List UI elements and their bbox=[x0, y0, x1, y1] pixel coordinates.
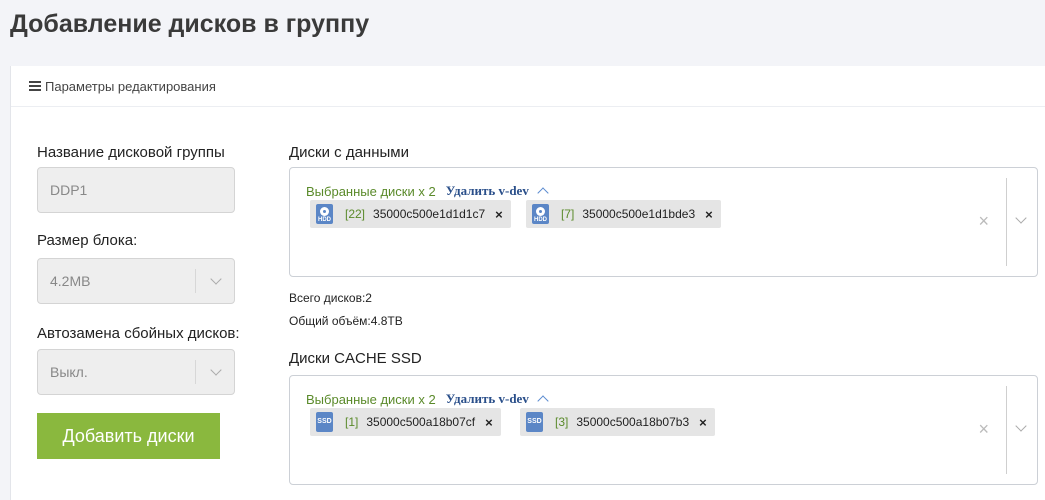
panel-header-label: Параметры редактирования bbox=[45, 78, 216, 94]
cache-disks-select[interactable]: Выбранные диски x 2 Удалить v-dev SSD [1… bbox=[289, 375, 1038, 485]
ssd-icon: SSD bbox=[526, 412, 543, 432]
data-disks-label: Диски с данными bbox=[289, 144, 409, 161]
ssd-icon: SSD bbox=[316, 412, 333, 432]
chip-index: [1] bbox=[345, 415, 359, 429]
hamburger-icon bbox=[29, 81, 41, 91]
group-name-field[interactable]: DDP1 bbox=[37, 167, 235, 213]
chip-disk-id: 35000c500a18b07cf bbox=[366, 415, 476, 429]
chevron-down-icon[interactable] bbox=[1015, 420, 1027, 432]
clear-icon[interactable]: × bbox=[978, 419, 989, 440]
chip-disk-id: 35000c500e1d1bde3 bbox=[582, 207, 696, 221]
hdd-icon: HDD bbox=[532, 204, 549, 224]
group-name-label: Название дисковой группы bbox=[37, 144, 225, 161]
disk-chip: SSD [3] 35000c500a18b07b3 × bbox=[520, 408, 715, 436]
disk-chip: HDD [22] 35000c500e1d1d1c7 × bbox=[310, 200, 511, 228]
add-disks-button[interactable]: Добавить диски bbox=[37, 413, 220, 459]
autoreplace-select[interactable]: Выкл. bbox=[37, 349, 235, 395]
remove-chip-icon[interactable]: × bbox=[485, 415, 493, 430]
chip-disk-id: 35000c500e1d1d1c7 bbox=[373, 207, 486, 221]
select-separator bbox=[195, 360, 196, 384]
autoreplace-value: Выкл. bbox=[50, 364, 88, 380]
chip-index: [22] bbox=[345, 207, 366, 221]
chevron-down-icon[interactable] bbox=[210, 364, 222, 376]
delete-vdev-link[interactable]: Удалить v-dev bbox=[446, 391, 529, 407]
chip-index: [3] bbox=[555, 415, 569, 429]
select-separator bbox=[1006, 386, 1007, 474]
block-size-value: 4.2MB bbox=[50, 273, 91, 289]
select-separator bbox=[1006, 178, 1007, 266]
chevron-down-icon[interactable] bbox=[210, 273, 222, 285]
delete-vdev-link[interactable]: Удалить v-dev bbox=[446, 183, 529, 199]
block-size-label: Размер блока: bbox=[37, 232, 138, 249]
chevron-up-icon[interactable] bbox=[537, 395, 549, 407]
selected-count: Выбранные диски x 2 bbox=[306, 391, 436, 407]
data-disks-select[interactable]: Выбранные диски x 2 Удалить v-dev HDD [2… bbox=[289, 167, 1038, 277]
edit-panel: Параметры редактирования Название дисков… bbox=[10, 66, 1045, 500]
chevron-up-icon[interactable] bbox=[537, 187, 549, 199]
remove-chip-icon[interactable]: × bbox=[705, 207, 713, 222]
block-size-select[interactable]: 4.2MB bbox=[37, 258, 235, 304]
group-name-value: DDP1 bbox=[50, 182, 88, 198]
hdd-icon: HDD bbox=[316, 204, 333, 224]
chip-disk-id: 35000c500a18b07b3 bbox=[576, 415, 690, 429]
page-title: Добавление дисков в группу bbox=[10, 10, 370, 38]
disk-chip: SSD [1] 35000c500a18b07cf × bbox=[310, 408, 501, 436]
total-disks: Всего дисков:2 bbox=[289, 291, 372, 305]
selected-count: Выбранные диски x 2 bbox=[306, 183, 436, 199]
clear-icon[interactable]: × bbox=[978, 211, 989, 232]
disk-chip: HDD [7] 35000c500e1d1bde3 × bbox=[526, 200, 721, 228]
total-volume: Общий объём:4.8TB bbox=[289, 314, 403, 328]
remove-chip-icon[interactable]: × bbox=[699, 415, 707, 430]
chip-index: [7] bbox=[561, 207, 575, 221]
panel-header[interactable]: Параметры редактирования bbox=[11, 66, 1045, 107]
select-separator bbox=[195, 269, 196, 293]
remove-chip-icon[interactable]: × bbox=[495, 207, 503, 222]
autoreplace-label: Автозамена сбойных дисков: bbox=[37, 325, 240, 342]
cache-disks-label: Диски CACHE SSD bbox=[289, 350, 422, 367]
chevron-down-icon[interactable] bbox=[1015, 212, 1027, 224]
